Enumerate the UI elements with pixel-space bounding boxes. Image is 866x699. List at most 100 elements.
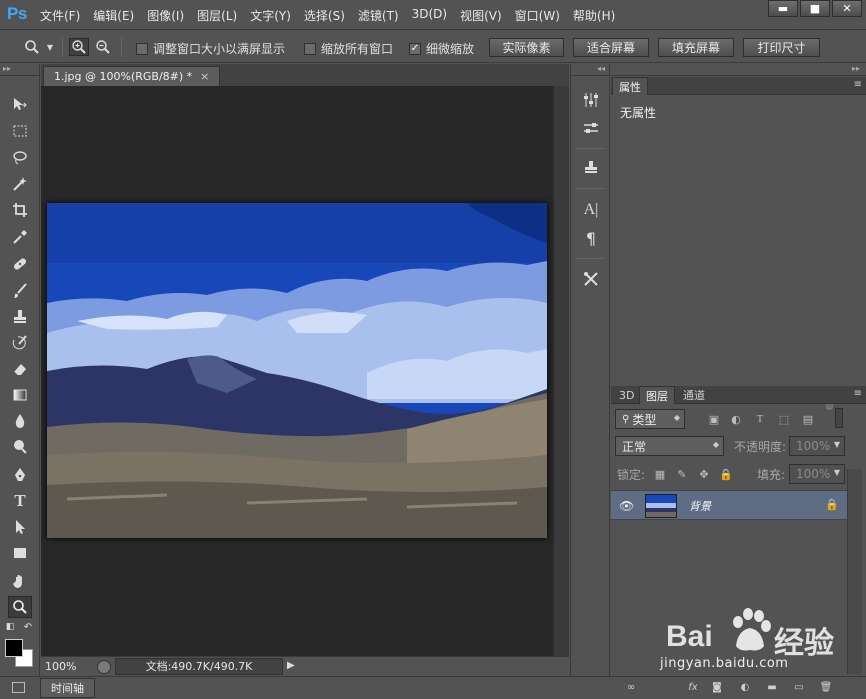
marquee-tool-icon[interactable] — [8, 120, 32, 142]
clone-source-panel-icon[interactable] — [580, 156, 602, 178]
blur-tool-icon[interactable] — [8, 410, 32, 432]
menu-file[interactable]: 文件(F) — [40, 7, 80, 24]
tools-collapse-handle[interactable]: ▸▸ — [0, 64, 39, 76]
layer-style-icon[interactable]: fx — [686, 680, 700, 694]
paragraph-panel-icon[interactable]: ¶ — [580, 227, 602, 249]
lock-image-icon[interactable]: ✎ — [675, 467, 689, 481]
character-panel-icon[interactable]: A| — [580, 199, 602, 221]
zoom-tool-preset-icon[interactable] — [22, 38, 42, 56]
actual-pixels-button[interactable]: 实际像素 — [489, 38, 564, 57]
lock-position-icon[interactable]: ✥ — [697, 467, 711, 481]
path-selection-tool-icon[interactable] — [8, 516, 32, 538]
brush-tool-icon[interactable] — [8, 280, 32, 302]
lock-all-icon[interactable]: 🔒 — [719, 467, 733, 481]
timeline-panel-icon[interactable] — [12, 682, 25, 693]
document-tab[interactable]: 1.jpg @ 100%(RGB/8#) * × — [43, 66, 221, 86]
zoom-level[interactable]: 100% — [45, 660, 76, 673]
brush-presets-panel-icon[interactable] — [580, 117, 602, 139]
menu-3d[interactable]: 3D(D) — [412, 7, 447, 24]
filter-shape-icon[interactable]: ⬚ — [777, 412, 791, 426]
pen-tool-icon[interactable] — [8, 464, 32, 486]
right-panels-collapse-handle[interactable]: ▸▸ — [611, 64, 866, 76]
opacity-field[interactable]: 100% ▼ — [789, 436, 845, 456]
filter-pixel-icon[interactable]: ▣ — [707, 412, 721, 426]
zoom-in-icon[interactable] — [69, 38, 89, 56]
tab-properties[interactable]: 属性 — [612, 77, 648, 95]
filter-smart-object-icon[interactable]: ▤ — [801, 412, 815, 426]
zoom-out-icon[interactable] — [93, 38, 113, 56]
tab-layers[interactable]: 图层 — [639, 386, 675, 404]
layer-filter-dropdown[interactable]: ⚲ 类型 ◆ — [615, 409, 685, 429]
eyedropper-tool-icon[interactable] — [8, 226, 32, 248]
rectangle-tool-icon[interactable] — [8, 542, 32, 564]
add-mask-icon[interactable]: ◙ — [710, 680, 724, 694]
tab-3d[interactable]: 3D — [613, 386, 640, 404]
delete-layer-icon[interactable]: 🗑 — [819, 680, 833, 694]
lasso-tool-icon[interactable] — [8, 147, 32, 169]
filter-type-icon[interactable]: T — [753, 412, 767, 426]
menu-select[interactable]: 选择(S) — [304, 7, 345, 24]
swap-colors-icon[interactable]: ↶ — [22, 621, 34, 633]
layer-filter-value: 类型 — [632, 412, 657, 427]
print-size-button[interactable]: 打印尺寸 — [743, 38, 820, 57]
menu-filter[interactable]: 滤镜(T) — [358, 7, 399, 24]
strip-collapse-handle[interactable]: ◂◂ — [571, 64, 609, 76]
zoom-tool-icon[interactable] — [8, 596, 32, 618]
menu-image[interactable]: 图像(I) — [147, 7, 184, 24]
minimize-button[interactable]: ▬ — [768, 0, 798, 17]
lock-transparent-icon[interactable]: ▦ — [653, 467, 667, 481]
close-document-icon[interactable]: × — [200, 70, 209, 83]
new-layer-icon[interactable]: ▭ — [792, 680, 806, 694]
preset-dropdown-arrow-icon[interactable]: ▼ — [44, 38, 56, 56]
menu-edit[interactable]: 编辑(E) — [93, 7, 134, 24]
move-tool-icon[interactable] — [8, 93, 32, 115]
timeline-tab[interactable]: 时间轴 — [40, 678, 95, 698]
eye-icon[interactable]: 👁 — [619, 499, 634, 513]
zoom-all-windows-checkbox[interactable]: 缩放所有窗口 — [304, 40, 393, 57]
checkbox-checked-box[interactable]: ✓ — [409, 42, 421, 55]
maximize-button[interactable]: ■ — [800, 0, 830, 17]
menu-layer[interactable]: 图层(L) — [197, 7, 237, 24]
magic-wand-tool-icon[interactable] — [8, 173, 32, 195]
menu-window[interactable]: 窗口(W) — [515, 7, 560, 24]
healing-brush-tool-icon[interactable] — [8, 253, 32, 275]
scrubby-zoom-checkbox[interactable]: ✓ 细微缩放 — [409, 40, 474, 57]
vertical-scrollbar[interactable] — [553, 86, 569, 656]
resize-windows-checkbox[interactable]: 调整窗口大小以满屏显示 — [136, 40, 285, 57]
fill-screen-button[interactable]: 填充屏幕 — [658, 38, 734, 57]
layers-panel-menu-icon[interactable]: ≡ — [854, 388, 862, 399]
adjustments-panel-icon[interactable] — [580, 89, 602, 111]
link-layers-icon[interactable]: ∞ — [624, 680, 638, 694]
history-brush-tool-icon[interactable] — [8, 332, 32, 354]
filter-adjustment-icon[interactable]: ◐ — [729, 412, 743, 426]
fill-field[interactable]: 100% ▼ — [789, 464, 845, 484]
menu-view[interactable]: 视图(V) — [460, 7, 502, 24]
hand-tool-icon[interactable] — [8, 570, 32, 592]
fill-value: 100% — [796, 467, 831, 481]
tool-presets-panel-icon[interactable] — [580, 268, 602, 290]
new-group-icon[interactable]: ▬ — [765, 680, 779, 694]
document-image[interactable] — [47, 203, 547, 538]
menu-help[interactable]: 帮助(H) — [573, 7, 615, 24]
gradient-tool-icon[interactable] — [8, 384, 32, 406]
status-menu-arrow-icon[interactable]: ▶ — [287, 660, 295, 671]
checkbox-box[interactable] — [136, 42, 148, 55]
fit-screen-button[interactable]: 适合屏幕 — [573, 38, 649, 57]
layer-item-background[interactable]: 👁 背景 🔒 — [611, 490, 847, 520]
foreground-color-swatch[interactable] — [5, 639, 23, 657]
eraser-tool-icon[interactable] — [8, 358, 32, 380]
crop-tool-icon[interactable] — [8, 199, 32, 221]
menu-type[interactable]: 文字(Y) — [250, 7, 291, 24]
default-colors-icon[interactable]: ◧ — [4, 621, 16, 633]
properties-panel-menu-icon[interactable]: ≡ — [854, 79, 862, 90]
checkbox-box[interactable] — [304, 42, 316, 55]
tab-channels[interactable]: 通道 — [677, 386, 711, 404]
document-status-icon[interactable] — [97, 660, 111, 674]
dodge-tool-icon[interactable] — [8, 436, 32, 458]
close-button[interactable]: ✕ — [832, 0, 862, 17]
blend-mode-dropdown[interactable]: 正常 ◆ — [615, 436, 724, 456]
clone-stamp-tool-icon[interactable] — [8, 306, 32, 328]
new-adjustment-layer-icon[interactable]: ◐ — [738, 680, 752, 694]
type-tool-icon[interactable]: T — [8, 490, 32, 512]
filter-toggle-switch[interactable] — [835, 408, 843, 428]
